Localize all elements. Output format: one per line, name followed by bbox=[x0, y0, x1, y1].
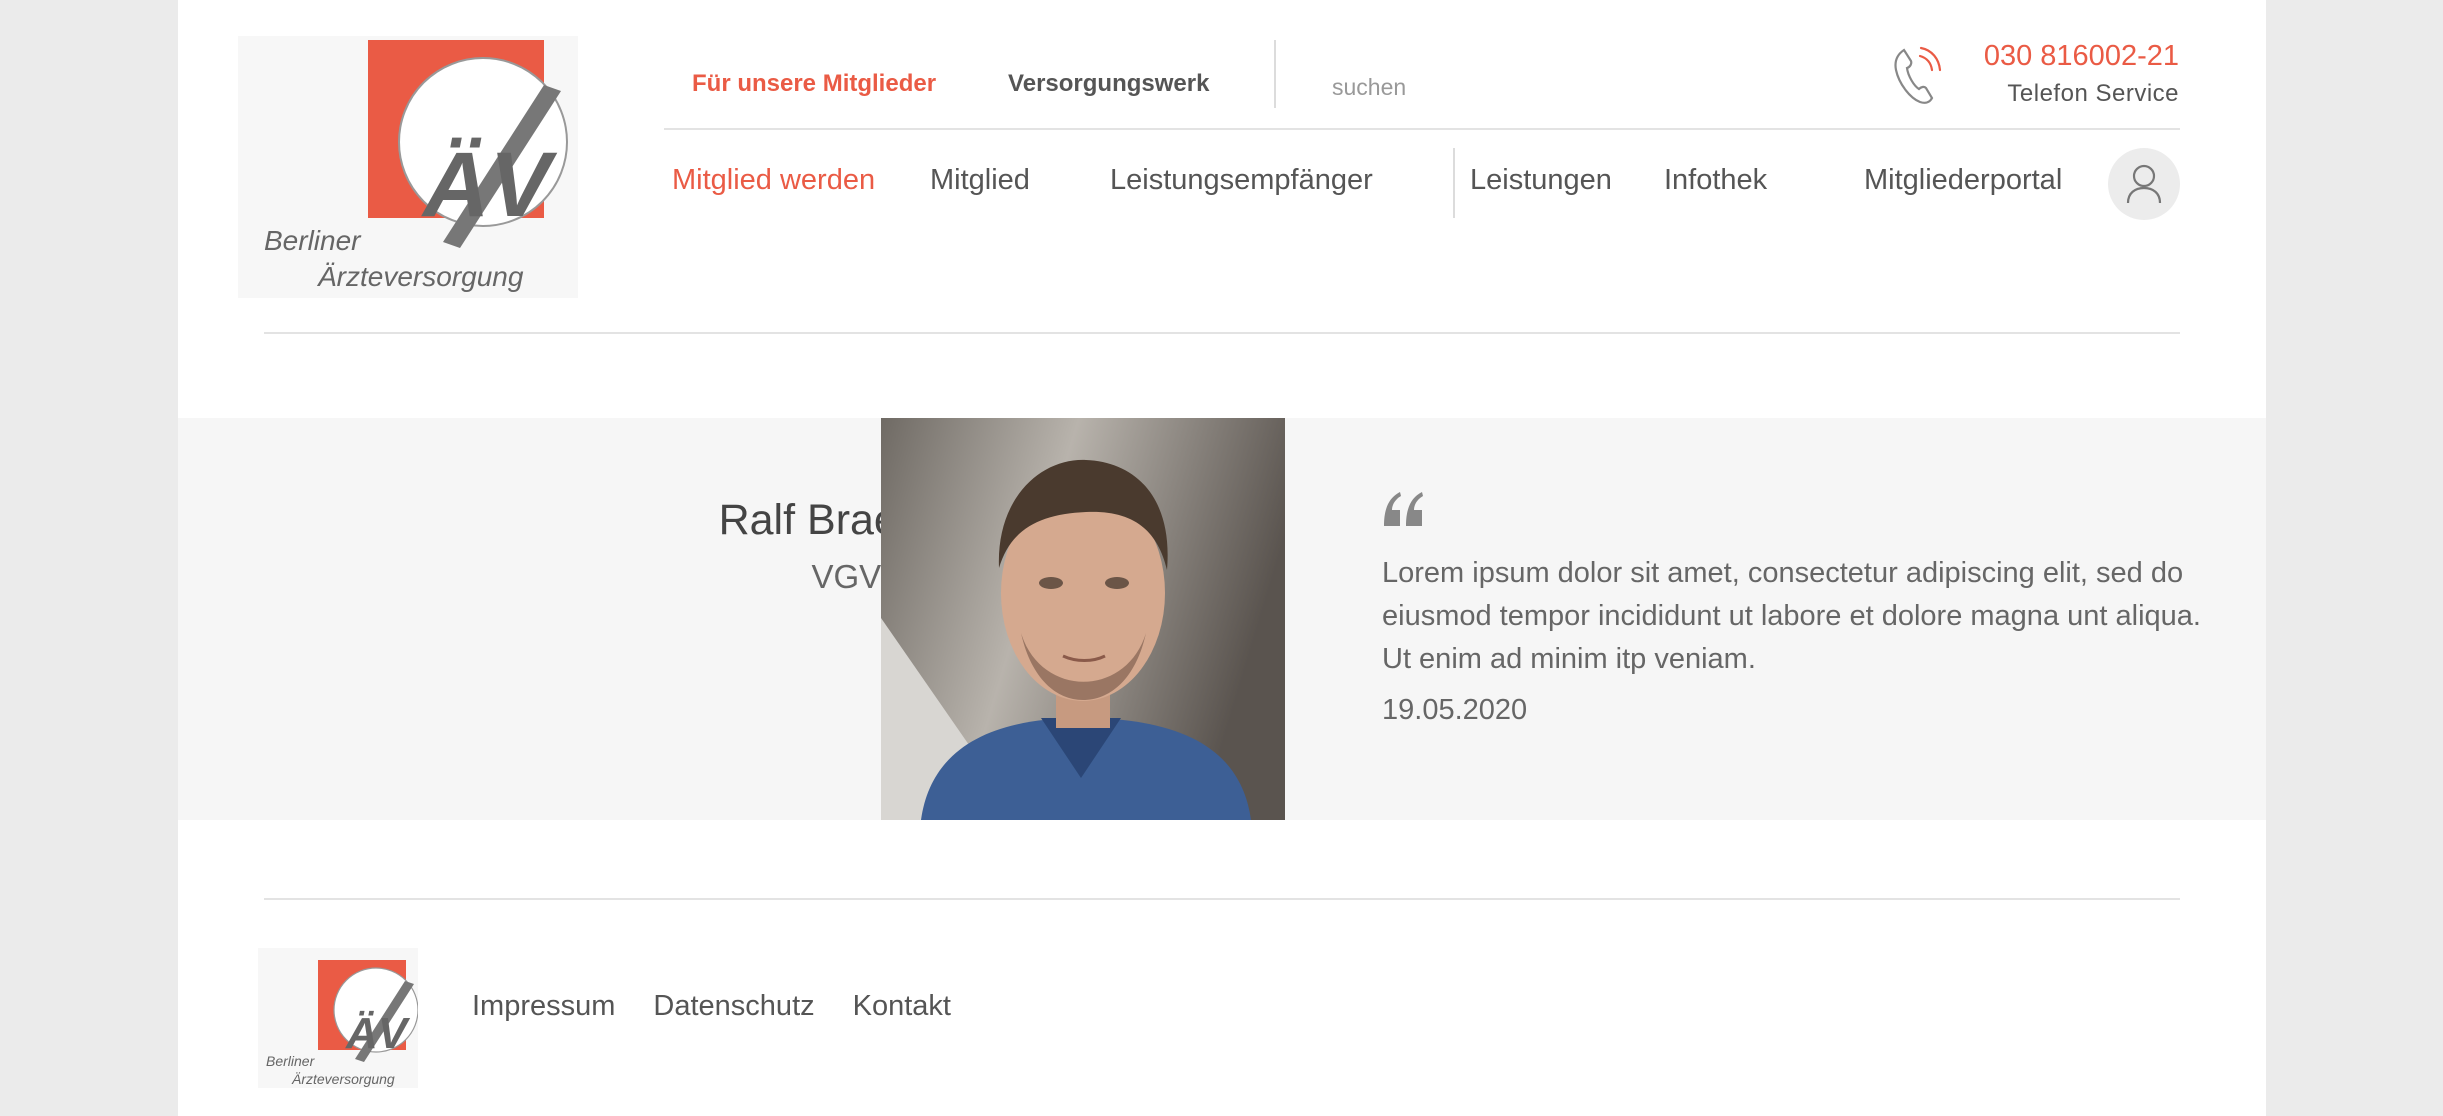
top-link-members[interactable]: Für unsere Mitglieder bbox=[692, 70, 936, 98]
footer-nav: Impressum Datenschutz Kontakt bbox=[472, 990, 989, 1023]
main-nav: Mitglied werden Mitglied Leistungsempfän… bbox=[664, 164, 2176, 220]
svg-text:Berliner: Berliner bbox=[266, 1053, 316, 1069]
svg-text:ÄV: ÄV bbox=[421, 134, 557, 236]
footer-link-contact[interactable]: Kontakt bbox=[853, 990, 951, 1023]
nav-item-become-member[interactable]: Mitglied werden bbox=[672, 164, 875, 197]
page: ÄV Berliner Ärzteversorgung Für unsere M… bbox=[178, 0, 2266, 1116]
search-input[interactable] bbox=[1332, 74, 1572, 101]
account-button[interactable] bbox=[2108, 148, 2180, 220]
footer-link-impressum[interactable]: Impressum bbox=[472, 990, 615, 1023]
svg-text:Ärzteversorgung: Ärzteversorgung bbox=[316, 261, 524, 292]
nav-item-beneficiary[interactable]: Leistungsempfänger bbox=[1110, 164, 1373, 197]
phone-number[interactable]: 030 816002-21 bbox=[1984, 40, 2179, 73]
divider bbox=[264, 332, 2180, 334]
portrait-photo bbox=[881, 418, 1285, 820]
top-link-fund[interactable]: Versorgungswerk bbox=[1008, 70, 1209, 98]
divider bbox=[664, 128, 2180, 130]
nav-item-member-portal[interactable]: Mitgliederportal bbox=[1864, 164, 2062, 197]
footer-link-privacy[interactable]: Datenschutz bbox=[653, 990, 814, 1023]
nav-item-member[interactable]: Mitglied bbox=[930, 164, 1030, 197]
testimonial: Ralf Braeuer VGV mbH bbox=[178, 418, 2266, 820]
testimonial-quote: Lorem ipsum dolor sit amet, consectetur … bbox=[1382, 557, 2201, 675]
svg-text:Berliner: Berliner bbox=[264, 225, 362, 256]
quote-icon bbox=[1384, 492, 1423, 526]
phone-icon[interactable] bbox=[1890, 42, 1944, 106]
divider bbox=[1274, 40, 1276, 108]
footer-logo[interactable]: ÄV Berliner Ärzteversorgung bbox=[258, 948, 419, 1088]
nav-item-benefits[interactable]: Leistungen bbox=[1470, 164, 1612, 197]
nav-item-infothek[interactable]: Infothek bbox=[1664, 164, 1767, 197]
baev-logo-icon: ÄV Berliner Ärzteversorgung bbox=[238, 36, 578, 298]
logo[interactable]: ÄV Berliner Ärzteversorgung bbox=[238, 36, 578, 298]
svg-text:Ärzteversorgung: Ärzteversorgung bbox=[291, 1071, 395, 1087]
top-nav: Für unsere Mitglieder Versorgungswerk bbox=[692, 70, 1209, 98]
user-icon bbox=[2126, 164, 2162, 204]
testimonial-date: 19.05.2020 bbox=[1382, 694, 1528, 726]
divider bbox=[264, 898, 2180, 900]
svg-text:ÄV: ÄV bbox=[345, 1009, 411, 1058]
baev-logo-icon: ÄV Berliner Ärzteversorgung bbox=[258, 948, 419, 1088]
phone-label: Telefon Service bbox=[2007, 80, 2179, 107]
divider bbox=[1453, 148, 1455, 218]
